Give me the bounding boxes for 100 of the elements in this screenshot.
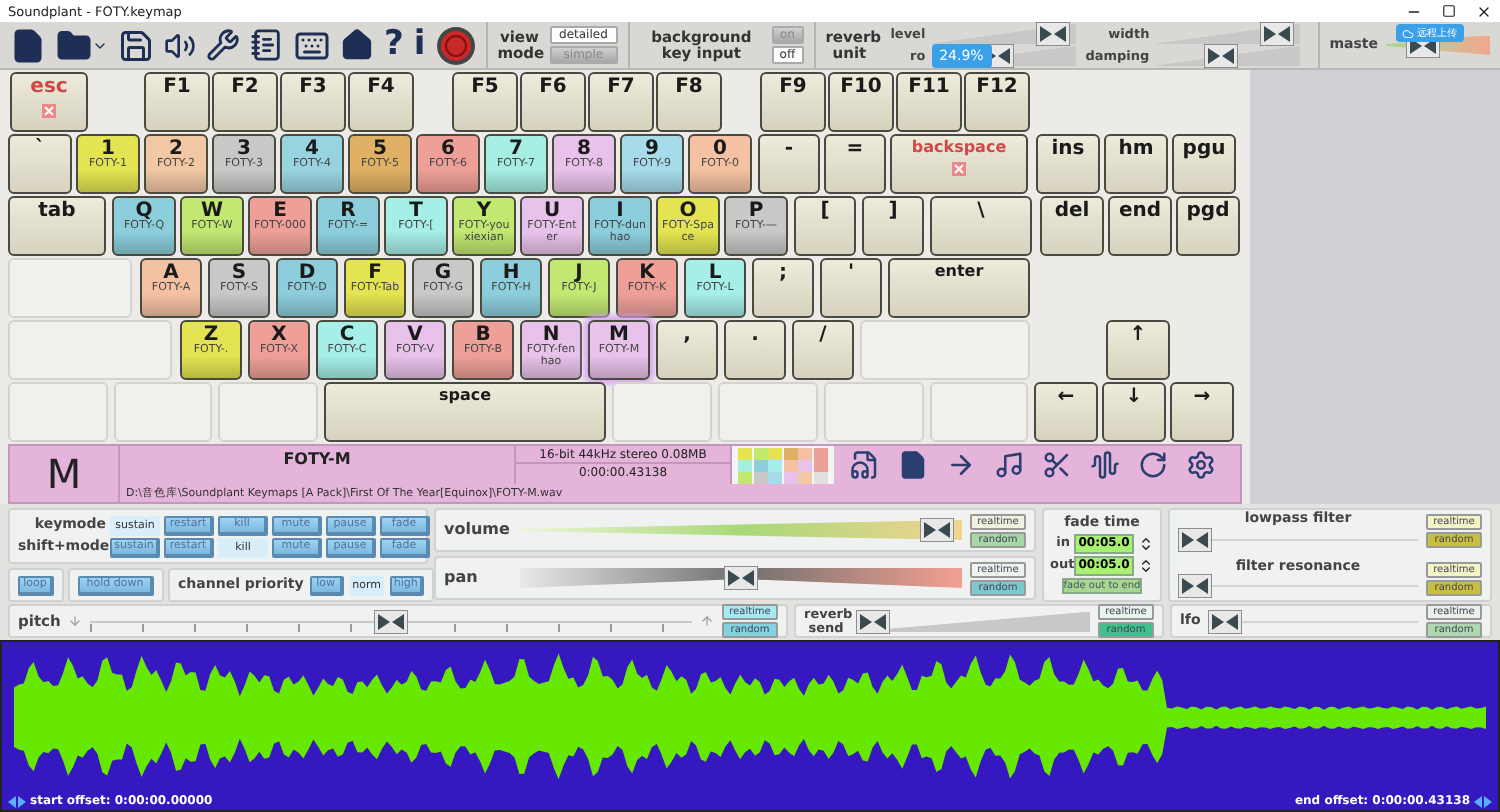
key[interactable]: F10 — [828, 72, 894, 132]
scissors-icon[interactable] — [1041, 450, 1071, 480]
speaker-icon[interactable] — [164, 29, 196, 61]
color-swatch[interactable] — [753, 460, 767, 471]
key[interactable]: tab — [8, 196, 106, 256]
key[interactable]: enter — [888, 258, 1030, 318]
slider-thumb[interactable] — [856, 609, 890, 633]
key[interactable]: F7 — [588, 72, 654, 132]
spinner-icon[interactable] — [1138, 557, 1154, 574]
slider[interactable] — [856, 609, 1090, 633]
music-icon[interactable] — [993, 450, 1023, 480]
waveform-icon[interactable] — [1089, 450, 1119, 480]
record-button[interactable] — [435, 25, 476, 65]
key[interactable]: F8 — [656, 72, 722, 132]
key[interactable]: hm — [1104, 134, 1168, 194]
color-swatch[interactable] — [738, 472, 752, 483]
color-swatch[interactable] — [783, 460, 797, 471]
color-swatch[interactable] — [738, 448, 752, 459]
settings-icon[interactable] — [1185, 450, 1215, 480]
key[interactable]: , — [656, 320, 718, 380]
slider[interactable] — [520, 566, 962, 590]
key[interactable]: F11 — [896, 72, 962, 132]
arrow-icon[interactable] — [945, 450, 975, 480]
help-button[interactable]: i — [413, 28, 426, 62]
color-swatch[interactable] — [783, 448, 797, 459]
file-icon[interactable] — [897, 450, 927, 480]
key[interactable]: [ — [794, 196, 856, 256]
slider-thumb[interactable] — [1035, 22, 1070, 46]
color-swatch[interactable] — [768, 472, 782, 483]
color-swatch[interactable] — [738, 460, 752, 471]
key[interactable]: = — [824, 134, 886, 194]
key[interactable]: F3 — [280, 72, 346, 132]
key[interactable]: ] — [862, 196, 924, 256]
key[interactable]: ↓ — [1102, 382, 1166, 442]
key[interactable]: / — [792, 320, 854, 380]
slider-thumb[interactable] — [1178, 573, 1212, 598]
spinner-icon[interactable] — [1138, 535, 1154, 552]
color-swatch[interactable] — [753, 472, 767, 483]
audio-file-icon[interactable] — [849, 450, 879, 480]
key[interactable]: - — [758, 134, 820, 194]
slider-thumb[interactable] — [1259, 22, 1294, 46]
key[interactable]: F5 — [452, 72, 518, 132]
arrows-icon[interactable] — [8, 795, 26, 807]
key[interactable]: pgd — [1176, 196, 1240, 256]
key[interactable]: → — [1170, 382, 1234, 442]
refresh-icon[interactable] — [1137, 450, 1167, 480]
close-icon[interactable] — [1476, 3, 1492, 19]
color-swatch[interactable] — [798, 472, 812, 483]
key[interactable]: end — [1108, 196, 1172, 256]
close-icon — [952, 162, 966, 176]
notepad-icon[interactable] — [250, 28, 284, 62]
slider-thumb[interactable] — [374, 609, 409, 633]
key[interactable]: \ — [930, 196, 1032, 256]
key-letter: M — [8, 444, 120, 504]
key[interactable]: . — [724, 320, 786, 380]
key[interactable]: ' — [820, 258, 882, 318]
slider-thumb[interactable] — [1208, 609, 1243, 633]
key[interactable]: backspace — [890, 134, 1028, 194]
help-button[interactable]: ? — [384, 28, 404, 62]
key[interactable]: ← — [1034, 382, 1098, 442]
key[interactable]: ↑ — [1106, 320, 1170, 380]
maximize-icon[interactable] — [1442, 4, 1456, 18]
color-swatch[interactable] — [798, 460, 812, 471]
key[interactable]: F6 — [520, 72, 586, 132]
home-icon[interactable] — [340, 28, 374, 62]
folder-icon[interactable] — [56, 27, 108, 63]
slider-thumb[interactable] — [1204, 44, 1239, 68]
key[interactable]: F4 — [348, 72, 414, 132]
key[interactable]: esc — [10, 72, 88, 132]
key[interactable]: F2 — [212, 72, 278, 132]
key[interactable]: space — [324, 382, 606, 442]
save-icon[interactable] — [118, 27, 154, 63]
key[interactable]: pgu — [1172, 134, 1236, 194]
color-swatch[interactable] — [813, 460, 827, 471]
color-swatch[interactable] — [768, 448, 782, 459]
key[interactable]: ; — [752, 258, 814, 318]
slider[interactable] — [1155, 44, 1300, 68]
color-swatch[interactable] — [813, 448, 827, 459]
slider-thumb[interactable] — [724, 566, 758, 590]
slider[interactable] — [1208, 609, 1418, 633]
arrows-icon[interactable] — [1474, 795, 1492, 807]
key[interactable]: ins — [1036, 134, 1100, 194]
key[interactable]: F1 — [144, 72, 210, 132]
key[interactable]: ` — [8, 134, 72, 194]
slider-thumb[interactable] — [919, 518, 954, 542]
color-swatch[interactable] — [798, 448, 812, 459]
slider[interactable] — [931, 22, 1076, 46]
wrench-icon[interactable] — [206, 28, 240, 62]
slider[interactable] — [520, 518, 962, 542]
color-swatch[interactable] — [753, 448, 767, 459]
color-swatch[interactable] — [768, 460, 782, 471]
key[interactable]: del — [1040, 196, 1104, 256]
slider-thumb[interactable] — [1178, 527, 1212, 551]
keyboard-icon[interactable] — [294, 27, 330, 63]
file-icon[interactable] — [10, 27, 46, 63]
color-swatch[interactable] — [813, 472, 827, 483]
color-swatch[interactable] — [783, 472, 797, 483]
key[interactable]: F9 — [760, 72, 826, 132]
key[interactable]: F12 — [964, 72, 1030, 132]
slider[interactable] — [1155, 22, 1300, 46]
